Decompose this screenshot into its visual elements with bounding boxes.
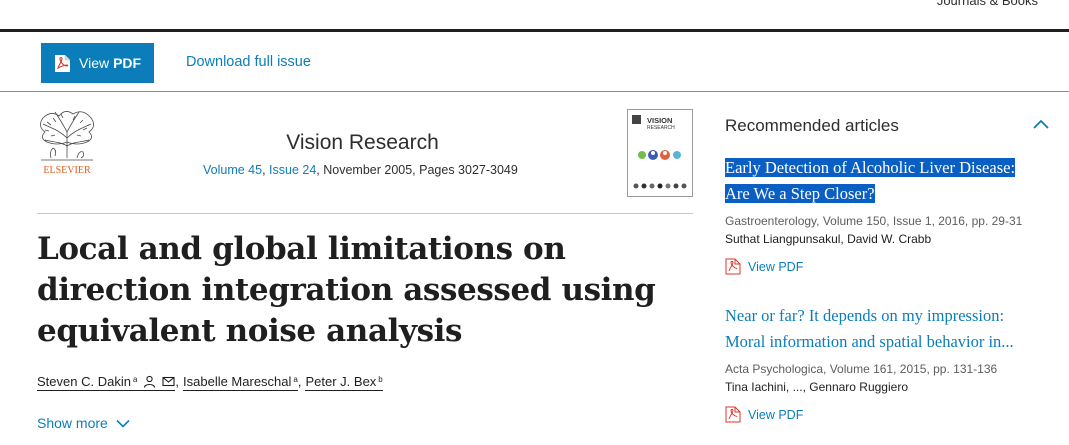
elsevier-logo[interactable]: ELSEVIER xyxy=(37,108,97,176)
author-list: Steven C. Dakin a , Isabelle Mareschal a… xyxy=(37,374,383,391)
title-text: Moral information and spatial behavior i… xyxy=(725,332,1014,351)
view-pdf-button[interactable]: View PDF xyxy=(41,43,154,83)
chevron-down-icon xyxy=(116,419,130,428)
article-toolbar: View PDF Download full issue xyxy=(0,32,1069,92)
author-name: Peter J. Bex xyxy=(305,374,377,389)
title-text: Early Detection of Alcoholic Liver Disea… xyxy=(725,158,1016,177)
comma: , xyxy=(262,163,270,177)
view-pdf-label: View PDF xyxy=(748,259,804,274)
person-icon xyxy=(144,375,156,388)
cover-label: VISION xyxy=(647,116,673,125)
journal-cover-image[interactable]: VISION RESEARCH xyxy=(627,109,693,197)
envelope-icon xyxy=(162,376,175,387)
download-full-issue-link[interactable]: Download full issue xyxy=(186,54,311,70)
journal-title[interactable]: Vision Research xyxy=(200,131,525,155)
date-pages: , November 2005, Pages 3027-3049 xyxy=(316,163,518,177)
author-separator: , xyxy=(297,374,302,389)
author-name: Isabelle Mareschal xyxy=(183,374,292,389)
affiliation-marker: b xyxy=(378,375,383,384)
title-text: Are We a Step Closer? xyxy=(725,184,875,203)
title-text: Near or far? It depends on my impression… xyxy=(725,306,1005,325)
recommended-source: Acta Psychologica, Volume 161, 2015, pp.… xyxy=(725,362,998,376)
view-pdf-label: View PDF xyxy=(748,407,804,422)
recommended-authors: Suthat Liangpunsakul, David W. Crabb xyxy=(725,232,932,246)
recommended-article: Near or far? It depends on my impression… xyxy=(725,303,1055,423)
recommended-title-line[interactable]: Moral information and spatial behavior i… xyxy=(725,329,1050,355)
elsevier-tree-logo: ELSEVIER xyxy=(38,109,96,176)
pdf-icon xyxy=(55,54,70,72)
author-separator: , xyxy=(175,374,180,389)
author-name: Steven C. Dakin xyxy=(37,374,131,389)
recommended-title-line[interactable]: Early Detection of Alcoholic Liver Disea… xyxy=(725,155,1050,181)
recommended-authors: Tina Iachini, ..., Gennaro Ruggiero xyxy=(725,380,908,394)
recommended-title-line[interactable]: Near or far? It depends on my impression… xyxy=(725,303,1050,329)
affiliation-marker: a xyxy=(293,375,298,384)
view-pdf-prefix: View xyxy=(79,55,110,71)
show-more-button[interactable]: Show more xyxy=(37,415,130,431)
chevron-up-icon[interactable] xyxy=(1031,116,1051,132)
issue-link[interactable]: Issue 24 xyxy=(269,163,316,177)
show-more-label: Show more xyxy=(37,415,108,431)
recommended-heading: Recommended articles xyxy=(725,116,899,135)
recommended-view-pdf-link[interactable]: View PDF xyxy=(725,258,1055,275)
view-pdf-strong: PDF xyxy=(113,55,142,71)
article-title: Local and global limitations on directio… xyxy=(37,231,656,349)
recommended-title-line[interactable]: Are We a Step Closer? xyxy=(725,181,1050,207)
header-divider xyxy=(37,213,693,214)
cover-sub: RESEARCH xyxy=(647,125,675,131)
recommended-article: Early Detection of Alcoholic Liver Disea… xyxy=(725,155,1055,275)
recommended-view-pdf-link[interactable]: View PDF xyxy=(725,406,1055,423)
pdf-icon xyxy=(725,258,741,275)
publisher-name: ELSEVIER xyxy=(43,165,91,176)
affiliation-marker: a xyxy=(132,375,138,384)
volume-link[interactable]: Volume 45 xyxy=(203,163,262,177)
author-dakin[interactable]: Steven C. Dakin a xyxy=(37,374,176,391)
author-bex[interactable]: Peter J. Bex b xyxy=(305,374,383,391)
pdf-icon xyxy=(725,406,741,423)
journal-citation: Volume 45, Issue 24, November 2005, Page… xyxy=(203,163,518,177)
recommended-source: Gastroenterology, Volume 150, Issue 1, 2… xyxy=(725,214,1023,228)
author-mareschal[interactable]: Isabelle Mareschal a xyxy=(183,374,298,391)
journals-books-link[interactable]: Journals & Books xyxy=(937,0,1038,8)
